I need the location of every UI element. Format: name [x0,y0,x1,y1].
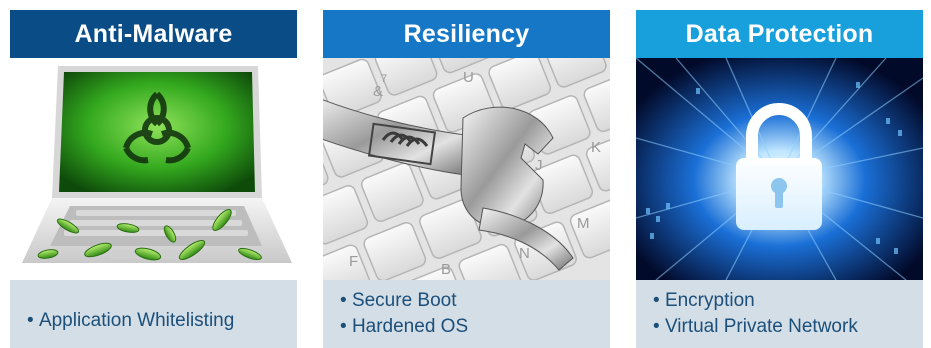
key-j: J [535,157,543,174]
key-u: U [463,69,474,86]
resiliency-header: Resiliency [323,10,610,58]
padlock-binary-image [636,58,923,280]
bullet-virtual-private-network: Virtual Private Network [653,314,923,340]
key-7: 7 [381,73,387,85]
key-ampersand: & [373,83,383,100]
data-protection-panel: Data Protection • Encryption • Virtual P… [636,10,923,348]
anti-malware-bullets: Application Whitelisting [10,280,297,348]
data-protection-header: Data Protection [636,10,923,58]
bullet-application-whitelisting: Application Whitelisting [27,308,297,334]
resiliency-panel: Resiliency & 7 U J K M N F B • Secure Bo… [323,10,610,348]
key-n: N [519,245,530,262]
key-m: M [577,215,590,232]
anti-malware-header: Anti-Malware [10,10,297,58]
laptop-biohazard-image [10,58,297,280]
data-protection-bullets: Encryption Virtual Private Network [636,280,923,348]
resiliency-bullets: Secure Boot Hardened OS [323,280,610,348]
key-f: F [349,253,358,270]
bullet-secure-boot: Secure Boot [340,288,610,314]
anti-malware-panel: Anti-Malware • Application Whitelisting [10,10,297,348]
bullet-hardened-os: Hardened OS [340,314,610,340]
bullet-encryption: Encryption [653,288,923,314]
key-k: K [591,139,601,156]
wrench-keyboard-image: & 7 U J H K M N F B [323,58,610,280]
key-b: B [441,261,451,278]
